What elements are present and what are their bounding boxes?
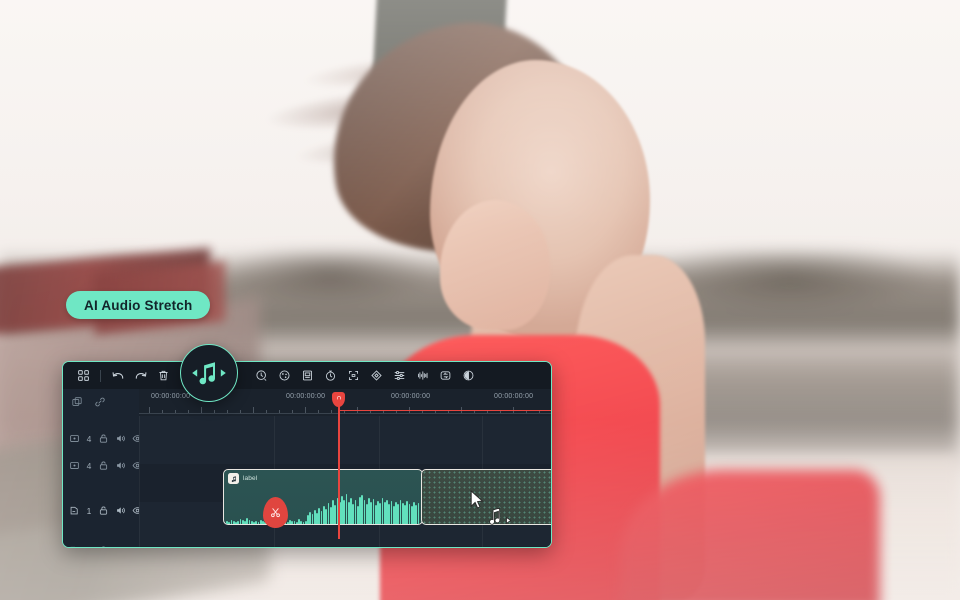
feature-badge-label: AI Audio Stretch — [84, 297, 193, 313]
track-header-video-track-1[interactable]: 4 — [69, 433, 143, 444]
waveform-bar — [327, 503, 330, 524]
waveform-bar — [334, 505, 337, 524]
clip-label-text: label — [243, 475, 258, 482]
mask-icon[interactable] — [296, 366, 319, 386]
waveform-bar — [370, 502, 373, 524]
ruler-label-1: 00:00:00:00 — [286, 393, 326, 400]
timer-icon[interactable] — [319, 366, 342, 386]
waveform-bar — [300, 521, 303, 524]
timeline-panel: 4 4 1 4 00:00:00:00 00:00:00:00 00:00:00:00 00… — [62, 361, 552, 548]
video-icon — [69, 460, 80, 471]
lock-icon[interactable] — [98, 433, 109, 444]
waveform-bar — [309, 512, 312, 524]
track-header-audio-track-1[interactable]: 1 — [69, 505, 143, 516]
lock-icon[interactable] — [98, 505, 109, 516]
audio-waveform — [224, 490, 422, 524]
color-palette-icon[interactable] — [273, 366, 296, 386]
track-number: 1 — [86, 505, 92, 516]
ruler-label-3: 00:00:00:00 — [494, 393, 534, 400]
scissors-icon[interactable] — [263, 497, 288, 528]
split-marker[interactable] — [263, 497, 288, 529]
waveform-bar — [291, 521, 294, 524]
waveform-bar — [352, 504, 355, 524]
duplicate-track-icon[interactable] — [71, 395, 83, 413]
mouse-pointer — [470, 489, 484, 510]
reverse-icon[interactable] — [434, 366, 457, 386]
music-note-icon — [228, 473, 239, 484]
feature-badge: AI Audio Stretch — [66, 291, 211, 319]
grid-view-icon[interactable] — [72, 366, 95, 386]
undo-icon[interactable] — [106, 366, 129, 386]
waveform-bar — [379, 503, 382, 524]
waveform-bar — [417, 503, 420, 524]
waveform-bar — [318, 508, 321, 524]
music-note-stretch-icon — [192, 362, 226, 385]
screenshot-root: AI Audio Stretch 4 4 1 00:00:00:00 00:00… — [0, 0, 960, 600]
waveform-bar — [325, 509, 327, 524]
clip-label-group: label — [228, 473, 257, 484]
lock-icon[interactable] — [98, 545, 109, 547]
audio-balance-icon[interactable] — [457, 366, 480, 386]
redo-icon[interactable] — [129, 366, 152, 386]
waveform-bar — [255, 521, 258, 524]
waveform-bar — [230, 520, 233, 524]
mute-icon[interactable] — [115, 433, 126, 444]
mute-icon[interactable] — [115, 460, 126, 471]
audio-mixer-icon[interactable] — [388, 366, 411, 386]
track-header-tools — [71, 395, 106, 413]
track-header-video-track-2[interactable]: 4 — [69, 460, 143, 471]
waveform-bar — [397, 504, 400, 524]
ruler-baseline — [139, 413, 551, 414]
waveform-bar — [246, 518, 249, 524]
keyframe-icon[interactable] — [365, 366, 388, 386]
waveform-bar — [228, 522, 230, 524]
audio-icon — [69, 505, 80, 516]
mute-icon[interactable] — [115, 545, 126, 547]
crop-icon[interactable] — [342, 366, 365, 386]
lock-icon[interactable] — [98, 460, 109, 471]
ruler-label-0: 00:00:00:00 — [151, 393, 191, 400]
track-number: 4 — [86, 433, 92, 444]
waveform-bar — [237, 521, 240, 524]
track-number: 4 — [86, 460, 92, 471]
playhead-line — [338, 397, 340, 539]
waveform-bar — [415, 505, 418, 524]
audio-detach-icon[interactable] — [411, 366, 434, 386]
toolbar-divider — [100, 369, 101, 382]
waveform-bar — [406, 501, 409, 524]
waveform-bar — [361, 495, 364, 524]
speed-icon[interactable] — [250, 366, 273, 386]
link-icon[interactable] — [94, 395, 106, 413]
video-icon — [69, 433, 80, 444]
ruler-label-2: 00:00:00:00 — [391, 393, 431, 400]
track-header-column: 4 4 1 4 — [63, 389, 143, 547]
lane-video-1[interactable] — [139, 416, 551, 464]
music-notes-drag-icon — [486, 505, 514, 531]
timeline-toolbar — [63, 362, 551, 390]
track-number: 4 — [86, 546, 92, 548]
mute-icon[interactable] — [115, 505, 126, 516]
ruler-progress-line — [338, 410, 551, 412]
ai-audio-stretch-button[interactable] — [180, 344, 238, 402]
lane-audio-2[interactable] — [139, 546, 551, 547]
delete-icon[interactable] — [152, 366, 175, 386]
track-header-audio-track-2[interactable]: 4 — [69, 545, 143, 548]
audio-clip-original[interactable]: label — [223, 469, 423, 525]
waveform-bar — [343, 500, 346, 524]
audio-icon — [69, 545, 80, 547]
waveform-bar — [388, 504, 391, 524]
